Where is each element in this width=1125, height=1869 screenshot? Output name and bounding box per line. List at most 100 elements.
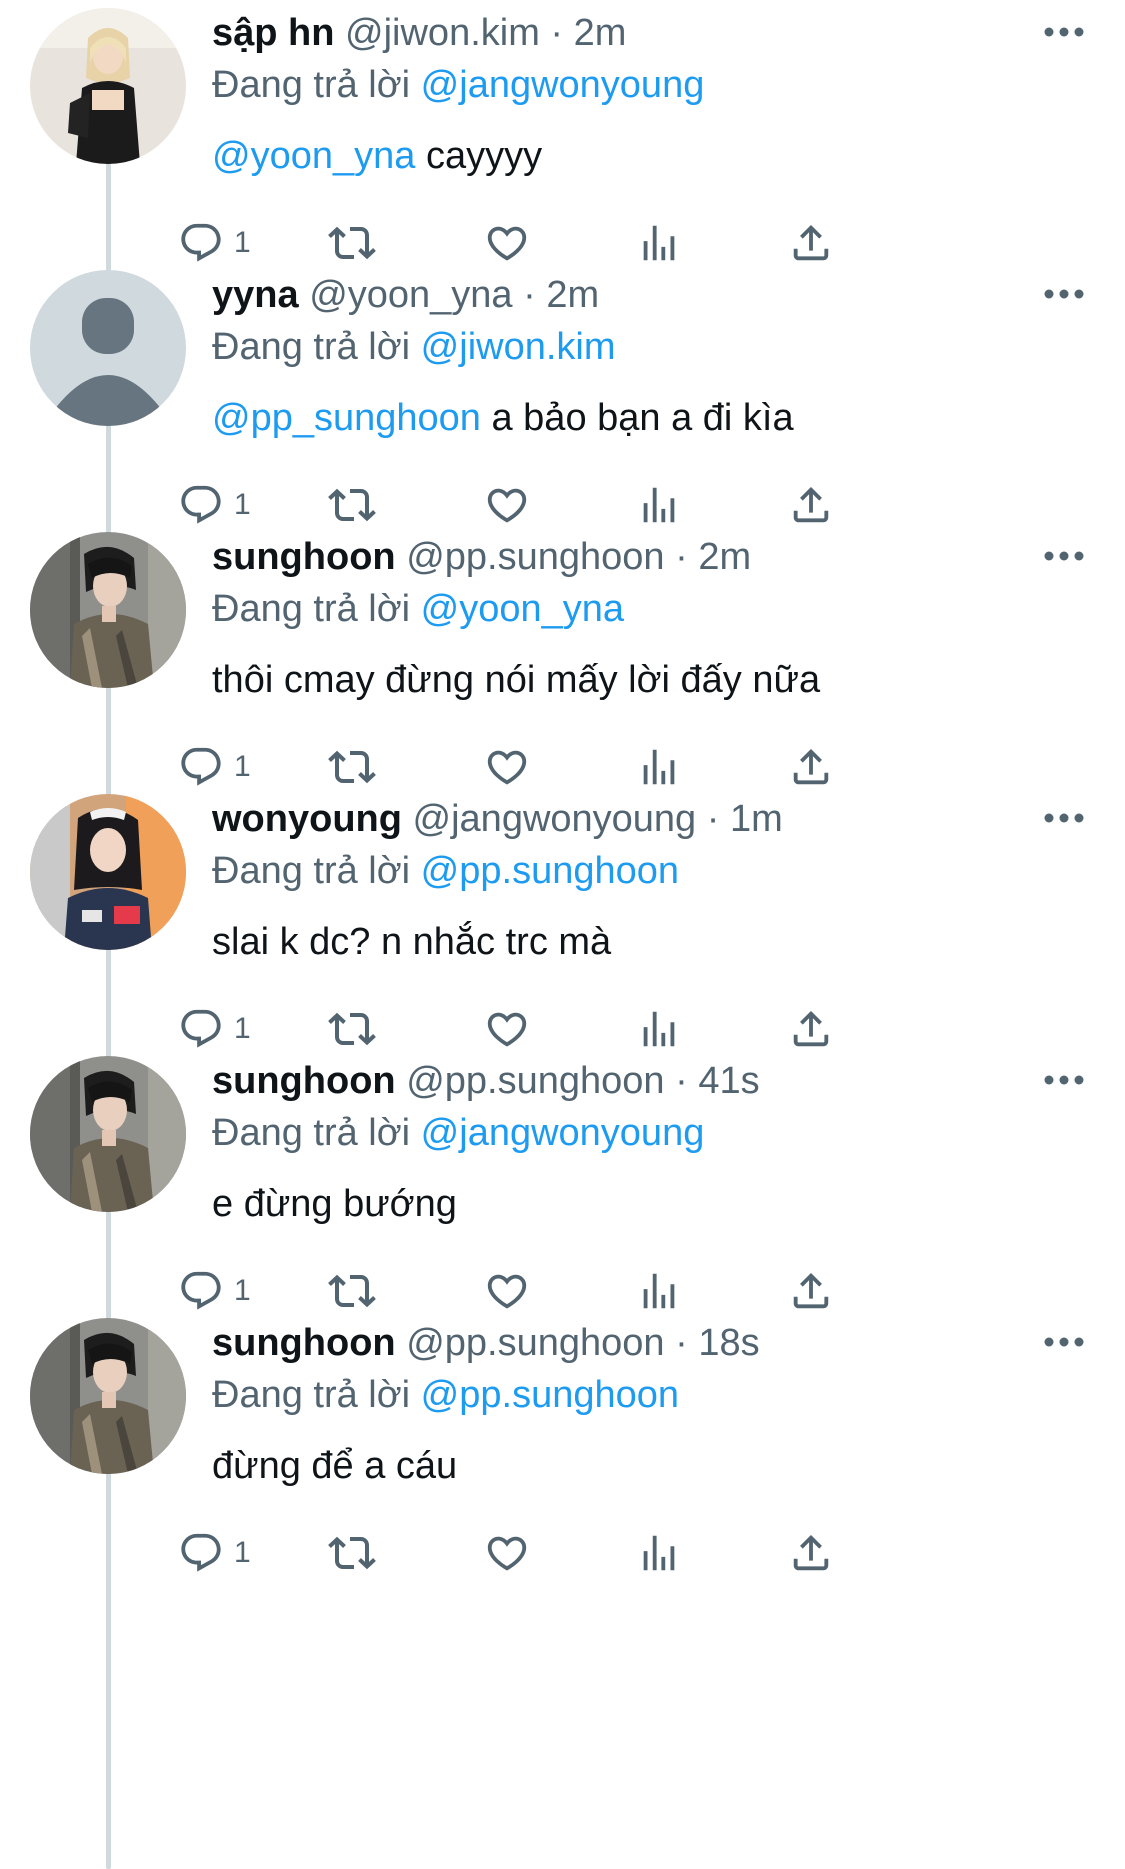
reply-icon [178, 1268, 224, 1314]
body-mention[interactable]: @pp_sunghoon [212, 397, 481, 439]
separator: · [706, 798, 720, 840]
replying-to-mention[interactable]: @pp.sunghoon [421, 1374, 679, 1416]
views-chart-icon [636, 744, 682, 790]
replying-to: Đang trả lời @yoon_yna [212, 584, 624, 634]
avatar[interactable] [30, 794, 186, 950]
timestamp[interactable]: 2m [574, 12, 627, 54]
heart-icon [484, 1268, 530, 1314]
tweet-header: sunghoon @pp.sunghoon · 18s [212, 1318, 760, 1368]
replying-to-label: Đang trả lời [212, 850, 411, 892]
timestamp[interactable]: 1m [730, 798, 783, 840]
avatar[interactable] [30, 1056, 186, 1212]
heart-icon [484, 1530, 530, 1576]
tweet-text-content: a bảo bạn a đi kìa [480, 397, 794, 439]
replying-to-mention[interactable]: @yoon_yna [421, 588, 624, 630]
replying-to-label: Đang trả lời [212, 588, 411, 630]
timestamp[interactable]: 41s [698, 1060, 759, 1102]
separator: · [550, 12, 564, 54]
share-icon [788, 744, 834, 790]
reply-button[interactable]: 1 [178, 1523, 251, 1583]
avatar-image [30, 1318, 186, 1474]
tweet-text-content: thôi cmay đừng nói mấy lời đấy nữa [212, 659, 821, 701]
separator: · [675, 1322, 688, 1364]
views-chart-icon [636, 1006, 682, 1052]
tweet-text: @pp_sunghoon a bảo bạn a đi kìa [212, 391, 794, 445]
display-name[interactable]: yyna [212, 274, 299, 316]
more-options-icon[interactable] [1043, 1072, 1085, 1088]
more-options-icon[interactable] [1043, 286, 1085, 302]
handle[interactable]: @yoon_yna [309, 274, 512, 316]
share-icon [788, 482, 834, 528]
handle[interactable]: @jiwon.kim [345, 12, 540, 54]
tweet-text-content: đừng để a cáu [212, 1445, 458, 1487]
handle[interactable]: @pp.sunghoon [406, 536, 664, 578]
reply-icon [178, 482, 224, 528]
tweet-text: slai k dc? n nhắc trc mà [212, 915, 611, 969]
replying-to: Đang trả lời @pp.sunghoon [212, 1370, 679, 1420]
avatar[interactable] [30, 532, 186, 688]
handle[interactable]: @pp.sunghoon [406, 1322, 664, 1364]
retweet-button[interactable] [328, 1523, 376, 1583]
avatar[interactable] [30, 270, 186, 426]
tweet-header: sập hn @jiwon.kim · 2m [212, 8, 626, 58]
reply-icon [178, 1006, 224, 1052]
handle[interactable]: @jangwonyoung [413, 798, 697, 840]
tweet-text-content: slai k dc? n nhắc trc mà [212, 921, 612, 963]
replying-to: Đang trả lời @jangwonyoung [212, 60, 704, 110]
tweet-header: sunghoon @pp.sunghoon · 2m [212, 532, 751, 582]
tweet-header: yyna @yoon_yna · 2m [212, 270, 599, 320]
replying-to-mention[interactable]: @jangwonyoung [421, 1112, 705, 1154]
avatar[interactable] [30, 8, 186, 164]
avatar[interactable] [30, 1318, 186, 1474]
tweet-text-content: e đừng bướng [212, 1183, 457, 1225]
display-name[interactable]: sunghoon [212, 1060, 396, 1102]
display-name[interactable]: sập hn [212, 12, 334, 54]
replying-to-mention[interactable]: @jiwon.kim [421, 326, 616, 368]
retweet-icon [328, 481, 376, 529]
reply-icon [178, 220, 224, 266]
timestamp[interactable]: 2m [698, 536, 751, 578]
retweet-icon [328, 1529, 376, 1577]
more-options-icon[interactable] [1043, 1334, 1085, 1350]
replying-to: Đang trả lời @jangwonyoung [212, 1108, 704, 1158]
more-options-icon[interactable] [1043, 24, 1085, 40]
display-name[interactable]: sunghoon [212, 536, 396, 578]
tweet[interactable]: sunghoon @pp.sunghoon · 18s Đang trả lời… [0, 1310, 1125, 1622]
heart-icon [484, 220, 530, 266]
tweet-text: thôi cmay đừng nói mấy lời đấy nữa [212, 653, 820, 707]
timestamp[interactable]: 18s [698, 1322, 759, 1364]
reply-count: 1 [234, 1536, 251, 1569]
replying-to: Đang trả lời @pp.sunghoon [212, 846, 679, 896]
replying-to-mention[interactable]: @jangwonyoung [421, 64, 705, 106]
views-button[interactable] [636, 1523, 682, 1583]
avatar-image [30, 8, 186, 164]
more-options-icon[interactable] [1043, 810, 1085, 826]
avatar-image [30, 532, 186, 688]
avatar-image [30, 270, 186, 426]
separator: · [523, 274, 536, 316]
separator: · [675, 1060, 688, 1102]
handle[interactable]: @pp.sunghoon [406, 1060, 664, 1102]
timestamp[interactable]: 2m [546, 274, 599, 316]
more-options-icon[interactable] [1043, 548, 1085, 564]
display-name[interactable]: sunghoon [212, 1322, 396, 1364]
heart-icon [484, 744, 530, 790]
heart-icon [484, 1006, 530, 1052]
replying-to-label: Đang trả lời [212, 64, 411, 106]
tweet-header: sunghoon @pp.sunghoon · 41s [212, 1056, 760, 1106]
replying-to-label: Đang trả lời [212, 326, 411, 368]
display-name[interactable]: wonyoung [212, 798, 402, 840]
views-chart-icon [636, 1268, 682, 1314]
share-icon [788, 1530, 834, 1576]
reply-icon [178, 1530, 224, 1576]
tweet-text: e đừng bướng [212, 1177, 457, 1231]
retweet-icon [328, 1267, 376, 1315]
replying-to-mention[interactable]: @pp.sunghoon [421, 850, 679, 892]
retweet-icon [328, 743, 376, 791]
tweet-text: đừng để a cáu [212, 1439, 457, 1493]
share-button[interactable] [788, 1523, 834, 1583]
body-mention[interactable]: @yoon_yna [212, 135, 415, 177]
replying-to-label: Đang trả lời [212, 1112, 411, 1154]
like-button[interactable] [484, 1523, 530, 1583]
views-chart-icon [636, 220, 682, 266]
